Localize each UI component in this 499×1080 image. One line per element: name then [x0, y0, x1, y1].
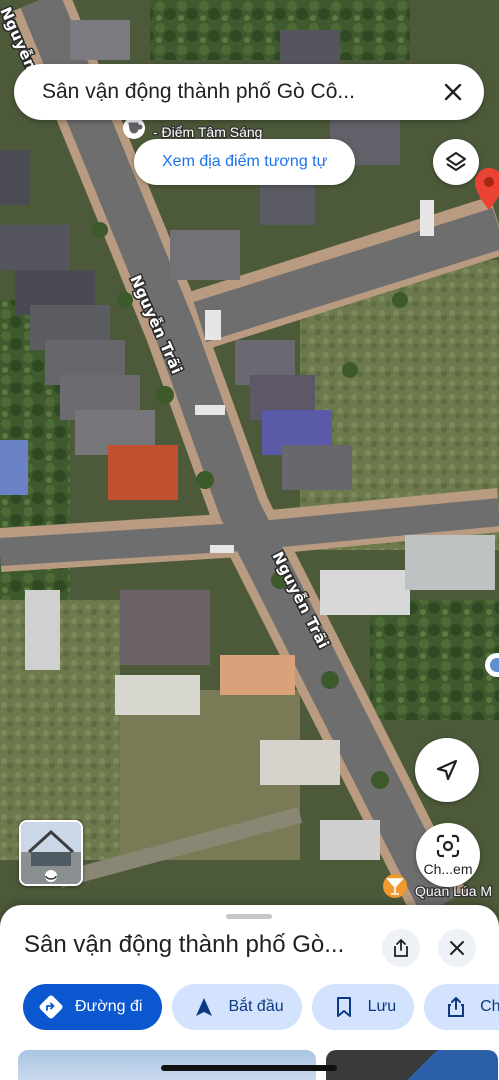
action-chips: Đường đi Bắt đầu Lưu Chia [23, 984, 499, 1030]
share-button[interactable] [382, 929, 420, 967]
navigation-arrow-icon [190, 993, 218, 1021]
camera-lens-icon [436, 834, 460, 858]
start-label: Bắt đầu [228, 998, 284, 1015]
rotate-360-icon [45, 870, 57, 882]
drag-handle[interactable] [226, 914, 272, 919]
bookmark-icon [330, 993, 358, 1021]
place-bottom-sheet[interactable]: Sân vận động thành phố Gò... Đường đi Bắ… [0, 905, 499, 1080]
navigation-arrow-icon [436, 759, 458, 781]
my-location-button[interactable] [415, 738, 479, 802]
share-icon [442, 993, 470, 1021]
vegetation-se [370, 600, 499, 720]
search-query[interactable]: Sân vận động thành phố Gò Cô... [42, 80, 438, 104]
similar-places-button[interactable]: Xem địa điểm tương tự [134, 139, 356, 185]
close-icon[interactable] [438, 77, 468, 107]
directions-icon [37, 993, 65, 1021]
close-sheet-button[interactable] [438, 929, 476, 967]
poi-label-cafe: - Điểm Tâm Sáng [153, 124, 262, 140]
search-bar[interactable]: Sân vận động thành phố Gò Cô... [14, 64, 484, 120]
share-label: Chia [480, 998, 499, 1015]
start-button[interactable]: Bắt đầu [172, 984, 302, 1030]
close-icon [450, 941, 464, 955]
lens-button[interactable]: Ch...em [416, 823, 480, 887]
directions-label: Đường đi [75, 998, 143, 1015]
share-chip-button[interactable]: Chia [424, 984, 499, 1030]
place-title: Sân vận động thành phố Gò... [24, 931, 345, 958]
home-indicator [161, 1065, 337, 1071]
street-view-thumbnail[interactable] [19, 820, 83, 886]
layers-icon [446, 152, 466, 171]
save-label: Lưu [367, 998, 397, 1015]
save-button[interactable]: Lưu [311, 984, 415, 1030]
lens-label: Ch...em [423, 861, 473, 877]
directions-button[interactable]: Đường đi [23, 984, 163, 1030]
layers-button[interactable] [433, 139, 479, 185]
place-photo[interactable] [326, 1050, 498, 1080]
share-icon [394, 939, 408, 957]
